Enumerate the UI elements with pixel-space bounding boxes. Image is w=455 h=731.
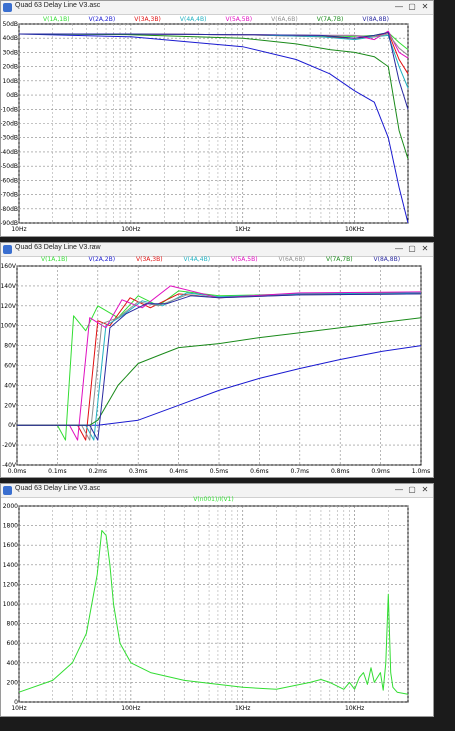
legend-entry: V(6A,6B) <box>279 256 306 263</box>
x-tick-label: 0.2ms <box>89 468 108 475</box>
y-tick-label: 1600 <box>3 542 18 549</box>
y-tick-label: 200 <box>7 679 19 686</box>
y-tick-label: 10dB <box>2 78 18 85</box>
legend-entry: V(5A,5B) <box>226 16 253 23</box>
y-tick-label: -30dB <box>1 135 18 142</box>
y-tick-label: 1000 <box>3 601 18 608</box>
y-tick-label: -20V <box>2 442 17 449</box>
y-tick-label: -80dB <box>1 206 18 213</box>
y-tick-label: 20dB <box>2 64 18 71</box>
x-tick-label: 10Hz <box>11 705 26 712</box>
y-tick-label: -40dB <box>1 149 18 156</box>
legend-entry: V(8A,8B) <box>374 256 401 263</box>
x-tick-label: 0.3ms <box>129 468 148 475</box>
y-tick-label: 0dB <box>6 92 18 99</box>
legend-entry: V(8A,8B) <box>362 16 389 23</box>
transient-plot-window: Quad 63 Delay Line V3.raw — ▢ ✕ 0.0ms 0.1… <box>0 242 434 478</box>
y-tick-label: 160V <box>1 263 17 270</box>
legend-entry: V(4A,4B) <box>180 16 207 23</box>
y-tick-label: 40dB <box>2 35 18 42</box>
x-tick-label: 10Hz <box>11 226 26 233</box>
x-tick-label: 0.4ms <box>169 468 188 475</box>
legend-entry: V(1A,1B) <box>43 16 70 23</box>
impedance-plot-window: Quad 63 Delay Line V3.asc — ▢ ✕ 10Hz 100H… <box>0 483 434 717</box>
y-tick-label: 2000 <box>3 503 18 510</box>
legend-entry: V(5A,5B) <box>231 256 258 263</box>
y-tick-label: -20dB <box>1 121 18 128</box>
y-tick-label: 600 <box>7 640 19 647</box>
x-tick-label: 0.1ms <box>48 468 67 475</box>
legend-entry: V(3A,3B) <box>134 16 161 23</box>
x-tick-label: 100Hz <box>121 705 140 712</box>
x-tick-label: 1.0ms <box>412 468 431 475</box>
x-tick-label: 1KHz <box>235 705 250 712</box>
y-tick-label: 0 <box>14 699 18 706</box>
legend-entry: V(n001)/I(V1) <box>193 496 233 503</box>
x-tick-label: 0.6ms <box>250 468 269 475</box>
y-tick-label: -10dB <box>1 106 18 113</box>
y-tick-label: 1800 <box>3 523 18 530</box>
y-tick-label: -40V <box>2 462 17 469</box>
legend-entry: V(1A,1B) <box>41 256 68 263</box>
legend-entry: V(2A,2B) <box>89 256 116 263</box>
y-tick-label: 1200 <box>3 581 18 588</box>
legend-entry: V(6A,6B) <box>271 16 298 23</box>
x-tick-label: 0.0ms <box>8 468 27 475</box>
y-tick-label: -50dB <box>1 163 18 170</box>
y-tick-label: 60V <box>4 363 17 370</box>
y-tick-label: 40V <box>4 382 17 389</box>
bode-plot-window: Quad 63 Delay Line V3.asc — ▢ ✕ 10Hz 100H… <box>0 0 434 237</box>
x-tick-label: 10KHz <box>345 705 364 712</box>
y-tick-label: 120V <box>1 303 17 310</box>
y-tick-label: 140V <box>1 283 17 290</box>
x-tick-label: 100Hz <box>121 226 140 233</box>
x-tick-label: 10KHz <box>345 226 364 233</box>
x-tick-label: 0.9ms <box>371 468 390 475</box>
y-tick-label: 100V <box>1 323 17 330</box>
y-tick-label: 30dB <box>2 49 18 56</box>
y-tick-label: -90dB <box>1 220 18 227</box>
y-tick-label: -70dB <box>1 192 18 199</box>
legend-entry: V(4A,4B) <box>184 256 211 263</box>
legend-entry: V(7A,7B) <box>317 16 344 23</box>
x-tick-label: 0.7ms <box>291 468 310 475</box>
impedance-plot-chart[interactable]: 10Hz 100Hz 1KHz 10KHz2000180016001400120010… <box>1 484 433 716</box>
y-tick-label: 1400 <box>3 562 18 569</box>
legend-entry: V(7A,7B) <box>326 256 353 263</box>
y-tick-label: 20V <box>4 402 17 409</box>
y-tick-label: -60dB <box>1 177 18 184</box>
legend-entry: V(2A,2B) <box>89 16 116 23</box>
bode-plot-chart[interactable]: 10Hz 100Hz 1KHz 10KHz 50dB 40dB 30dB 20dB 10dB 0d… <box>1 1 433 236</box>
transient-plot-chart[interactable]: 0.0ms 0.1ms 0.2ms 0.3ms 0.4ms 0.5ms 0.6ms 0.7ms… <box>1 243 433 477</box>
y-tick-label: 800 <box>7 621 19 628</box>
x-tick-label: 0.8ms <box>331 468 350 475</box>
y-tick-label: 80V <box>4 343 17 350</box>
x-tick-label: 1KHz <box>235 226 250 233</box>
legend-entry: V(3A,3B) <box>136 256 163 263</box>
y-tick-label: 50dB <box>2 21 18 28</box>
x-tick-label: 0.5ms <box>210 468 229 475</box>
y-tick-label: 400 <box>7 660 19 667</box>
y-tick-label: 0V <box>8 422 17 429</box>
